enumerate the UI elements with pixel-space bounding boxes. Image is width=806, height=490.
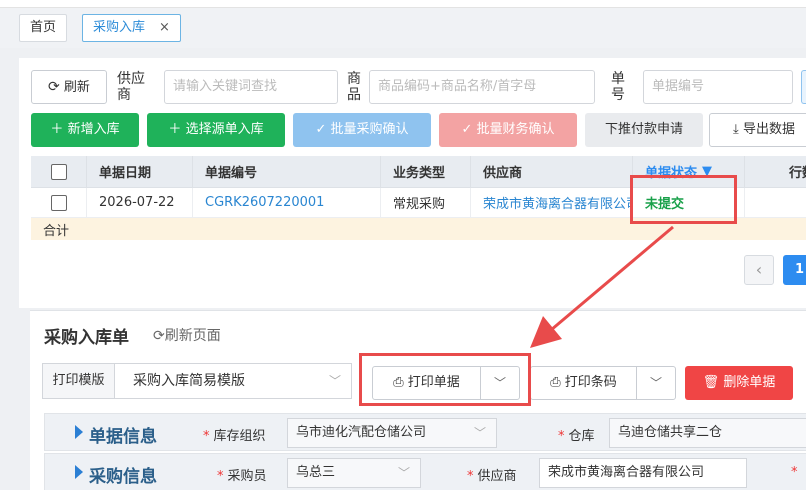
annotation-arrow-icon	[530, 225, 674, 348]
